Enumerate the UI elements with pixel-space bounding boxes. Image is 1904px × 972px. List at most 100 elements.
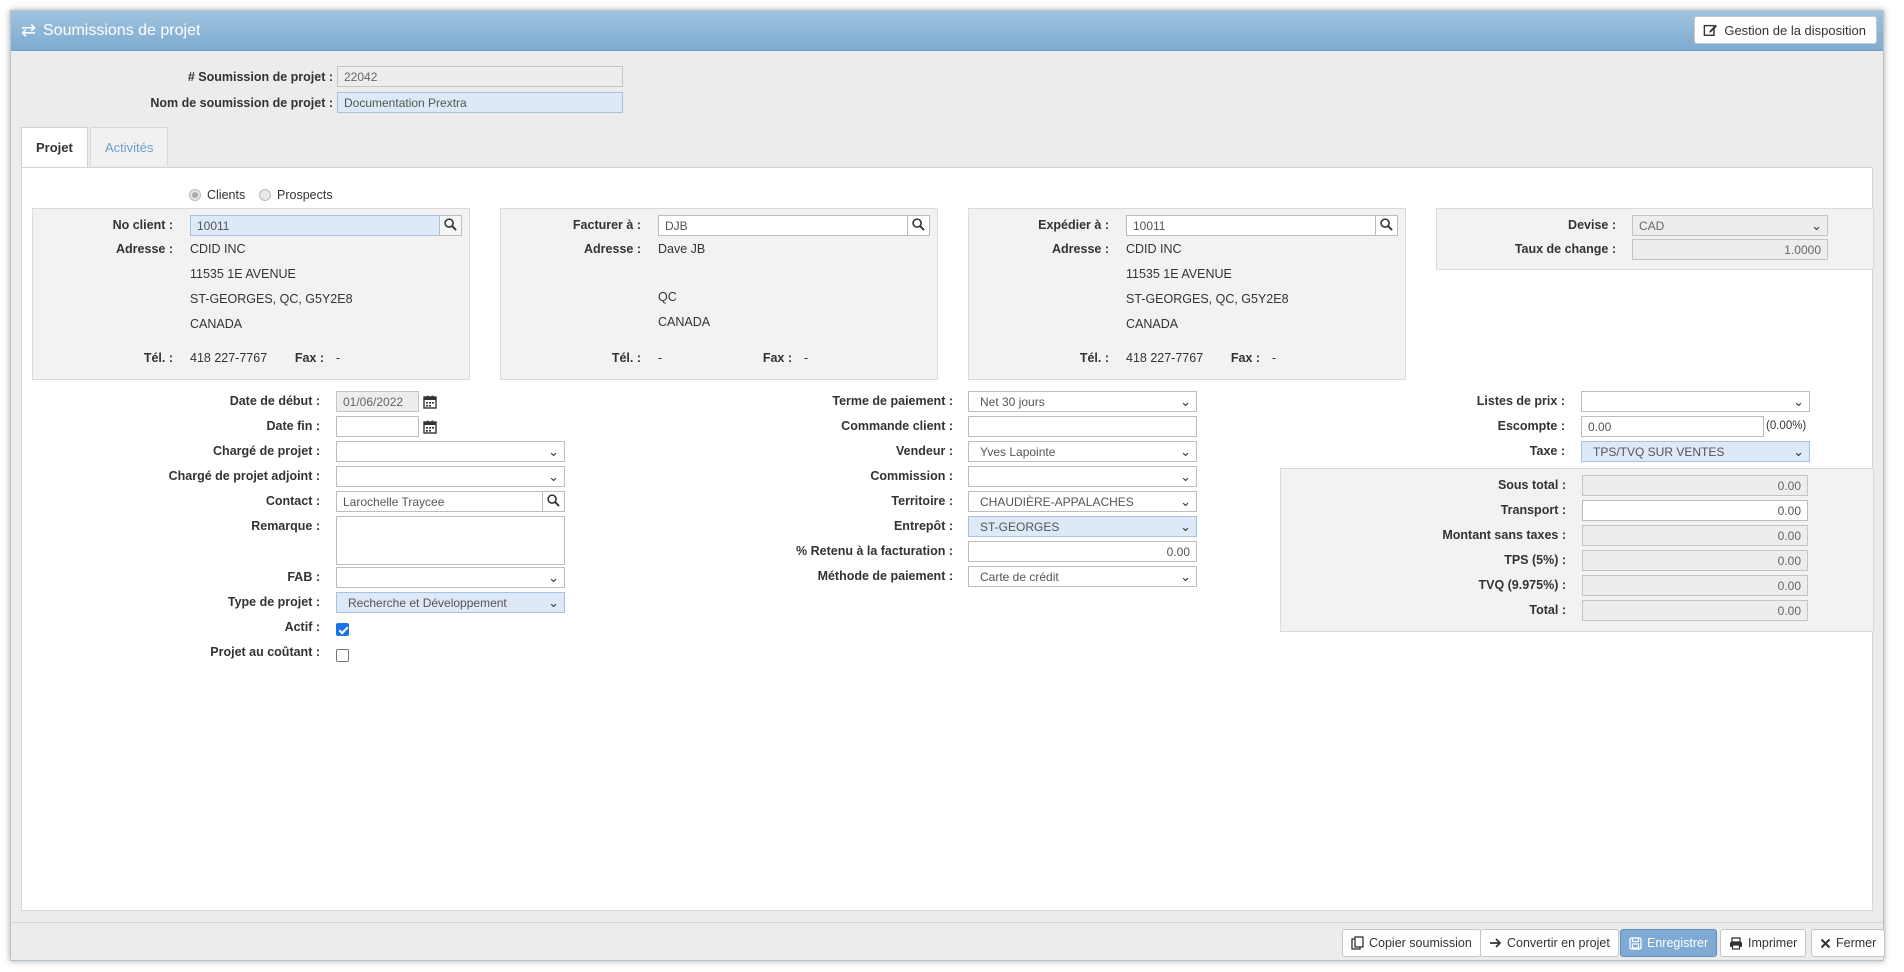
layout-management-label: Gestion de la disposition (1724, 22, 1866, 38)
assistant-manager-label: Chargé de projet adjoint : (168, 469, 320, 483)
shipping-address-line: CANADA (1126, 317, 1179, 331)
payment-method-value: Carte de crédit (980, 570, 1059, 584)
prospects-radio[interactable] (259, 189, 271, 201)
tax-label: Taxe : (1529, 444, 1565, 458)
shipping-address-label: Adresse : (1052, 242, 1109, 256)
footer-bar: Copier soumission Convertir en projet En… (11, 922, 1886, 960)
payment-terms-select[interactable]: Net 30 jours ⌄ (968, 391, 1197, 412)
quote-number-field[interactable]: 22042 (337, 66, 623, 87)
tab-activites[interactable]: Activités (90, 127, 169, 166)
territory-select[interactable]: CHAUDIÈRE-APPALACHES ⌄ (968, 491, 1197, 512)
fab-select[interactable]: ⌄ (336, 567, 565, 588)
client-order-field[interactable] (968, 416, 1197, 437)
chevron-down-icon: ⌄ (1180, 444, 1191, 459)
retained-label: % Retenu à la facturation : (796, 544, 953, 558)
amount-without-tax-label: Montant sans taxes : (1442, 528, 1566, 542)
cost-project-label: Projet au coûtant : (210, 645, 320, 659)
contact-search-button[interactable] (543, 491, 565, 512)
retained-field[interactable]: 0.00 (968, 541, 1197, 562)
save-label: Enregistrer (1647, 936, 1709, 950)
convert-project-button[interactable]: Convertir en projet (1480, 929, 1619, 957)
window-title: Soumissions de projet (43, 22, 201, 39)
client-fax-value: - (336, 351, 341, 365)
project-manager-select[interactable]: ⌄ (336, 441, 565, 462)
shipping-box: Expédier à : 10011 Adresse : CDID INC 11… (968, 208, 1406, 380)
assistant-manager-select[interactable]: ⌄ (336, 466, 565, 487)
search-icon (912, 217, 925, 234)
tvq-field[interactable]: 0.00 (1582, 575, 1808, 596)
exchange-rate-field[interactable]: 1.0000 (1632, 239, 1828, 260)
copy-quote-button[interactable]: Copier soumission (1342, 929, 1481, 957)
billing-fax-label: Fax : (762, 351, 792, 365)
tab-projet[interactable]: Projet (21, 127, 88, 167)
price-list-select[interactable]: ⌄ (1581, 391, 1810, 412)
tps-label: TPS (5%) : (1504, 553, 1566, 567)
warehouse-value: ST-GEORGES (980, 520, 1060, 534)
quote-name-field[interactable]: Documentation Prextra (337, 92, 623, 113)
client-no-field[interactable]: 10011 (190, 215, 440, 236)
remark-textarea[interactable] (336, 516, 565, 565)
payment-method-select[interactable]: Carte de crédit ⌄ (968, 566, 1197, 587)
close-button[interactable]: Fermer (1811, 929, 1886, 957)
end-date-label: Date fin : (266, 419, 320, 433)
seller-select[interactable]: Yves Lapointe ⌄ (968, 441, 1197, 462)
warehouse-select[interactable]: ST-GEORGES ⌄ (968, 516, 1197, 537)
start-date-field[interactable]: 01/06/2022 (336, 391, 419, 412)
subtotal-field[interactable]: 0.00 (1582, 475, 1808, 496)
end-date-field[interactable] (336, 416, 419, 437)
totals-box: Sous total : 0.00 Transport : 0.00 Monta… (1280, 468, 1874, 632)
warehouse-label: Entrepôt : (893, 519, 953, 533)
save-icon (1629, 936, 1642, 950)
project-type-select[interactable]: Recherche et Développement ⌄ (336, 592, 565, 613)
active-label: Actif : (284, 620, 320, 634)
total-field[interactable]: 0.00 (1582, 600, 1808, 621)
clients-radio-label: Clients (207, 188, 246, 202)
shipping-tel-label: Tél. : (1079, 351, 1109, 365)
chevron-down-icon: ⌄ (1180, 469, 1191, 484)
chevron-down-icon: ⌄ (548, 444, 559, 459)
commission-select[interactable]: ⌄ (968, 466, 1197, 487)
seller-label: Vendeur : (896, 444, 953, 458)
client-search-button[interactable] (440, 215, 462, 236)
chevron-down-icon: ⌄ (1793, 394, 1804, 409)
chevron-down-icon: ⌄ (1811, 218, 1822, 233)
calendar-icon[interactable] (420, 391, 440, 412)
chevron-down-icon: ⌄ (1793, 444, 1804, 459)
client-tel-label: Tél. : (143, 351, 173, 365)
shipping-to-field[interactable]: 10011 (1126, 215, 1376, 236)
save-button[interactable]: Enregistrer (1620, 929, 1718, 957)
currency-label: Devise : (1568, 218, 1616, 232)
currency-select[interactable]: CAD ⌄ (1632, 215, 1828, 236)
layout-management-button[interactable]: Gestion de la disposition (1694, 16, 1877, 44)
transport-field[interactable]: 0.00 (1582, 500, 1808, 521)
shipping-search-button[interactable] (1376, 215, 1398, 236)
discount-field[interactable]: 0.00 (1581, 416, 1764, 437)
tps-field[interactable]: 0.00 (1582, 550, 1808, 571)
billing-search-button[interactable] (908, 215, 930, 236)
contact-field[interactable]: Larochelle Traycee (336, 491, 543, 512)
commission-label: Commission : (870, 469, 953, 483)
calendar-icon[interactable] (420, 416, 440, 437)
cost-project-checkbox[interactable] (336, 649, 349, 662)
client-no-label: No client : (112, 218, 173, 232)
contact-label: Contact : (265, 494, 320, 508)
seller-value: Yves Lapointe (980, 445, 1056, 459)
territory-value: CHAUDIÈRE-APPALACHES (980, 495, 1134, 509)
copy-icon (1351, 936, 1364, 950)
client-fax-label: Fax : (294, 351, 324, 365)
start-date-label: Date de début : (229, 394, 320, 408)
tax-select[interactable]: TPS/TVQ SUR VENTES ⌄ (1581, 441, 1810, 462)
chevron-down-icon: ⌄ (548, 570, 559, 585)
quote-number-label: # Soumission de projet : (187, 70, 333, 84)
edit-icon (1703, 23, 1718, 37)
amount-without-tax-field[interactable]: 0.00 (1582, 525, 1808, 546)
close-icon (1820, 938, 1831, 949)
project-type-label: Type de projet : (227, 595, 320, 609)
clients-radio[interactable] (189, 189, 201, 201)
print-button[interactable]: Imprimer (1720, 929, 1807, 957)
shipping-address-line: 11535 1E AVENUE (1126, 267, 1232, 281)
active-checkbox[interactable] (336, 623, 349, 636)
billing-address-line: CANADA (658, 315, 711, 329)
discount-label: Escompte : (1497, 419, 1565, 433)
billing-to-field[interactable]: DJB (658, 215, 908, 236)
